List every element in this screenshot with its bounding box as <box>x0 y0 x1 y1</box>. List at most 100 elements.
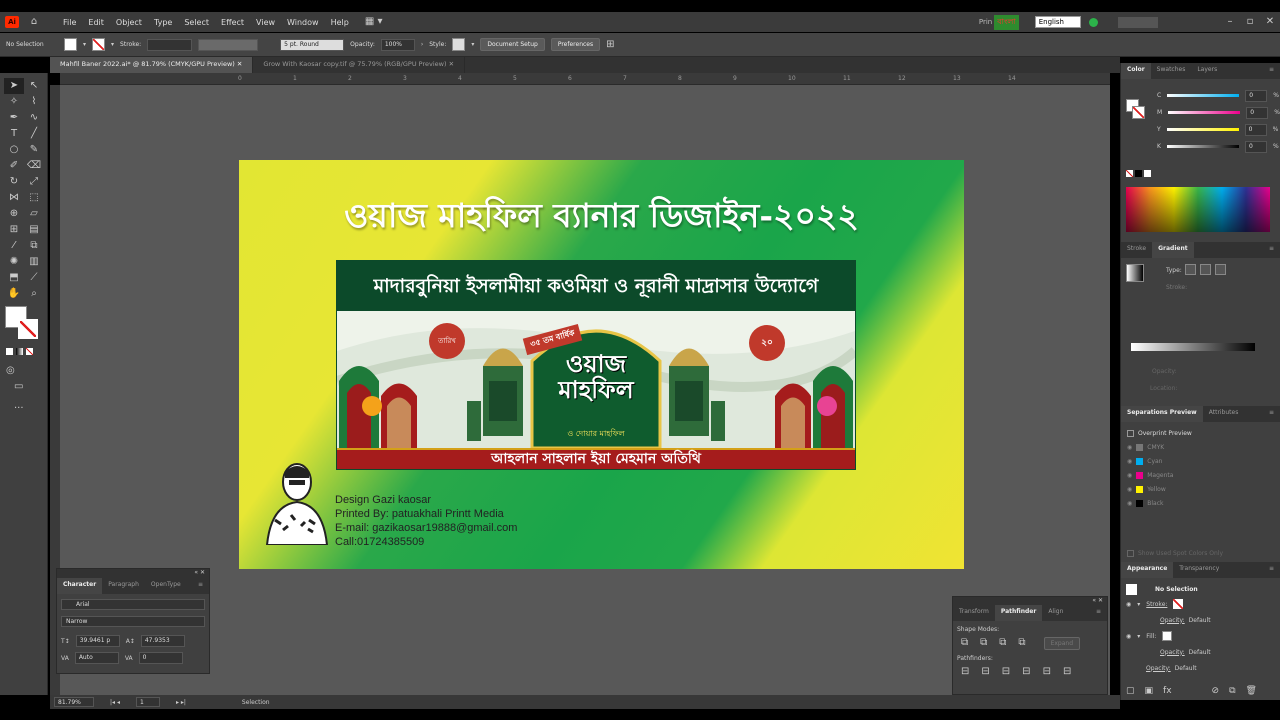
eyedropper-tool-icon[interactable]: ⁄ <box>4 238 24 254</box>
font-family-select[interactable]: Arial <box>61 599 205 610</box>
gradient-mode-icon[interactable] <box>16 348 23 355</box>
variable-width-field[interactable] <box>198 38 259 51</box>
chevron-down-icon[interactable]: ▾ <box>1137 633 1140 640</box>
minus-back-icon[interactable]: ⊟ <box>1063 664 1071 680</box>
magenta-value[interactable]: 0 <box>1246 106 1269 119</box>
close-icon[interactable]: ✕ <box>1260 14 1280 30</box>
intersect-icon[interactable]: ⧉ <box>999 635 1006 651</box>
cyan-value[interactable]: 0 <box>1245 89 1268 102</box>
line-tool-icon[interactable]: ╱ <box>24 126 44 142</box>
panel-menu-icon[interactable]: ≡ <box>1263 562 1280 578</box>
minimize-icon[interactable]: – <box>1220 14 1240 30</box>
none-swatch[interactable] <box>1126 170 1133 177</box>
opacity-label[interactable]: Opacity: <box>1160 649 1185 656</box>
menu-window[interactable]: Window <box>281 18 325 27</box>
lasso-tool-icon[interactable]: ⌇ <box>24 94 44 110</box>
clear-appearance-icon[interactable]: ⊘ <box>1212 686 1220 696</box>
chevron-down-icon[interactable]: ▾ <box>1137 601 1140 608</box>
gradient-slider[interactable] <box>1131 343 1255 351</box>
eye-icon[interactable]: ◉ <box>1127 444 1132 451</box>
screen-mode-icon[interactable]: ▭ <box>14 379 23 395</box>
artboard[interactable]: ওয়াজ মাহফিল ব্যানার ডিজাইন-২০২২ মাদারবু… <box>239 160 964 569</box>
appearance-stroke-row[interactable]: ◉ ▾ Stroke: <box>1126 596 1275 612</box>
none-mode-icon[interactable] <box>26 348 33 355</box>
font-size-field[interactable]: 39.9461 p <box>75 635 120 647</box>
eraser-tool-icon[interactable]: ⌫ <box>24 158 44 174</box>
shape-builder-tool-icon[interactable]: ⊕ <box>4 206 24 222</box>
stroke-weight-field[interactable] <box>147 38 193 51</box>
trim-icon[interactable]: ⊟ <box>981 664 989 680</box>
fill-opacity-row[interactable]: Opacity: Default <box>1126 644 1275 660</box>
menu-edit[interactable]: Edit <box>82 18 110 27</box>
hand-tool-icon[interactable]: ✋ <box>4 286 24 302</box>
menu-file[interactable]: File <box>57 18 82 27</box>
panel-menu-icon[interactable]: ≡ <box>1263 63 1280 79</box>
linear-gradient-icon[interactable] <box>1185 264 1196 275</box>
tab-pathfinder[interactable]: Pathfinder <box>994 605 1043 621</box>
artboard-nav[interactable]: |◂ ◂ <box>110 699 120 706</box>
freeform-gradient-icon[interactable] <box>1215 264 1226 275</box>
black-swatch[interactable] <box>1135 170 1142 177</box>
fill-attr-swatch[interactable] <box>1162 631 1173 641</box>
eye-icon[interactable]: ◉ <box>1127 458 1132 465</box>
expand-button[interactable]: Expand <box>1043 636 1081 650</box>
panel-grip[interactable]: « ✕ <box>953 597 1107 605</box>
color-mode-icon[interactable] <box>6 348 13 355</box>
tab-layers[interactable]: Layers <box>1191 63 1223 79</box>
tab-character[interactable]: Character <box>57 578 103 594</box>
merge-icon[interactable]: ⊟ <box>1002 664 1010 680</box>
minus-front-icon[interactable]: ⧉ <box>980 635 987 651</box>
appearance-fill-row[interactable]: ◉ ▾ Fill: <box>1126 628 1275 644</box>
stroke-attr-swatch[interactable] <box>1173 599 1184 609</box>
arrange-icon[interactable]: ⊞ <box>606 37 614 53</box>
preferences-button[interactable]: Preferences <box>550 38 601 51</box>
free-transform-tool-icon[interactable]: ⬚ <box>24 190 44 206</box>
fill-swatch[interactable] <box>64 38 77 51</box>
leading-field[interactable]: 47.9353 <box>140 635 185 647</box>
outline-icon[interactable]: ⊟ <box>1043 664 1051 680</box>
object-opacity-row[interactable]: Opacity: Default <box>1126 660 1275 676</box>
add-fill-icon[interactable]: ▣ <box>1145 686 1154 696</box>
search-field[interactable] <box>1118 16 1158 28</box>
close-tab-icon[interactable]: ✕ <box>237 60 242 68</box>
color-spectrum[interactable] <box>1126 187 1270 232</box>
gradient-tool-icon[interactable]: ▤ <box>24 222 44 238</box>
opacity-label[interactable]: Opacity: <box>1146 665 1171 672</box>
panel-menu-icon[interactable]: ≡ <box>1263 406 1280 422</box>
artboard-nav-next[interactable]: ▸ ▸| <box>176 699 186 706</box>
yellow-value[interactable]: 0 <box>1244 123 1267 136</box>
close-tab-icon[interactable]: ✕ <box>449 60 454 68</box>
tab-transform[interactable]: Transform <box>953 605 995 621</box>
style-swatch[interactable] <box>452 38 466 51</box>
eye-icon[interactable]: ◉ <box>1127 486 1132 493</box>
home-icon[interactable]: ⌂ <box>25 14 43 30</box>
language-select[interactable]: English <box>1034 16 1081 28</box>
eye-icon[interactable]: ◉ <box>1126 633 1131 640</box>
fx-icon[interactable]: fx <box>1163 686 1172 696</box>
panel-menu-icon[interactable]: ≡ <box>1263 242 1280 258</box>
tab-paragraph[interactable]: Paragraph <box>102 578 145 594</box>
tab-grow-with-kaosar[interactable]: Grow With Kaosar copy.tif @ 75.79% (RGB/… <box>253 57 466 73</box>
color-stroke-swatch[interactable] <box>1132 106 1145 119</box>
mesh-tool-icon[interactable]: ⊞ <box>4 222 24 238</box>
width-tool-icon[interactable]: ⋈ <box>4 190 24 206</box>
tab-swatches[interactable]: Swatches <box>1151 63 1192 79</box>
draw-mode-icon[interactable]: ◎ <box>6 363 15 379</box>
brush-select[interactable]: 5 pt. Round <box>280 38 345 51</box>
curvature-tool-icon[interactable]: ∿ <box>24 110 44 126</box>
menu-select[interactable]: Select <box>178 18 215 27</box>
artboard-tool-icon[interactable]: ⬒ <box>4 270 24 286</box>
more-tools-icon[interactable]: ··· <box>14 401 24 417</box>
magic-wand-tool-icon[interactable]: ✧ <box>4 94 24 110</box>
black-value[interactable]: 0 <box>1244 140 1267 153</box>
zoom-tool-icon[interactable]: ⌕ <box>24 286 44 302</box>
menu-view[interactable]: View <box>250 18 281 27</box>
opacity-field[interactable]: 100% <box>380 38 415 51</box>
document-setup-button[interactable]: Document Setup <box>480 38 545 51</box>
spot-colors-row[interactable]: Show Used Spot Colors Only <box>1121 546 1280 560</box>
white-swatch[interactable] <box>1144 170 1151 177</box>
eye-icon[interactable]: ◉ <box>1126 601 1131 608</box>
tab-appearance[interactable]: Appearance <box>1121 562 1174 578</box>
blend-tool-icon[interactable]: ⧉ <box>24 238 44 254</box>
crop-icon[interactable]: ⊟ <box>1022 664 1030 680</box>
